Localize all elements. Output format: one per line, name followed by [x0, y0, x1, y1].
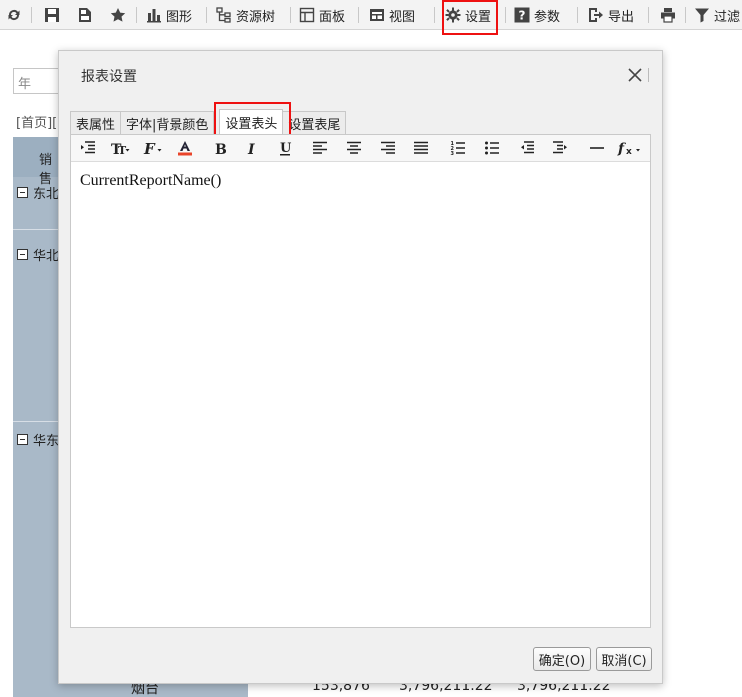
editor-toolbar: TT F B I U 1 2 3 f x: [71, 135, 650, 162]
italic-icon[interactable]: I: [242, 138, 262, 158]
unordered-list-icon[interactable]: [482, 138, 502, 158]
group-label: 东北: [33, 187, 60, 202]
svg-text:3: 3: [451, 151, 455, 156]
toolbar-separator: [505, 7, 506, 23]
chart-button[interactable]: 图形: [146, 0, 192, 30]
view-label: 视图: [389, 9, 416, 25]
toolbar-separator: [648, 7, 649, 23]
settings-highlight-box: [442, 0, 498, 35]
report-column-header: 销售: [13, 137, 58, 187]
group-label: 华北: [33, 249, 60, 264]
ok-button[interactable]: 确定(O): [533, 647, 591, 671]
svg-text:B: B: [215, 142, 227, 156]
font-size-icon[interactable]: TT: [108, 138, 132, 158]
export-button[interactable]: 导出: [588, 0, 634, 30]
toolbar-separator: [685, 7, 686, 23]
group-north[interactable]: 华北: [17, 245, 59, 264]
save-icon: [44, 7, 60, 23]
report-settings-dialog: 报表设置 表属性 字体|背景颜色 设置表头 设置表尾 TT F B I U 1 …: [58, 50, 663, 684]
bar-chart-icon: [146, 7, 162, 23]
toolbar-separator: [136, 7, 137, 23]
cancel-button[interactable]: 取消(C): [596, 647, 652, 671]
bold-icon[interactable]: B: [210, 138, 230, 158]
indent-icon[interactable]: [78, 138, 98, 158]
main-toolbar: 图形 资源树 面板 视图 设置 ? 参数 导出 过滤: [0, 0, 742, 30]
font-color-icon[interactable]: [175, 138, 195, 158]
indent-more-icon[interactable]: [550, 138, 570, 158]
svg-text:F: F: [143, 140, 156, 156]
align-justify-icon[interactable]: [411, 138, 431, 158]
filter-icon: [694, 7, 710, 23]
export-icon: [588, 7, 604, 23]
panel-label: 面板: [319, 9, 346, 25]
group-northeast[interactable]: 东北: [17, 183, 59, 202]
rich-text-editor: TT F B I U 1 2 3 f x CurrentReportName(): [70, 134, 651, 628]
toolbar-separator: [358, 7, 359, 23]
parameters-label: 参数: [534, 9, 561, 25]
filter-button[interactable]: 过滤: [694, 0, 740, 30]
chart-button-label: 图形: [166, 9, 193, 25]
toolbar-separator: [206, 7, 207, 23]
dialog-title: 报表设置: [81, 69, 137, 85]
question-icon: ?: [514, 7, 530, 23]
view-icon: [369, 7, 385, 23]
align-right-icon[interactable]: [378, 138, 398, 158]
svg-text:T: T: [118, 144, 127, 156]
toolbar-separator: [434, 7, 435, 23]
toolbar-separator: [290, 7, 291, 23]
toolbar-separator: [577, 7, 578, 23]
refresh-button[interactable]: [6, 0, 22, 30]
tab-table-properties[interactable]: 表属性: [70, 111, 122, 134]
print-icon: [660, 7, 676, 23]
resource-tree-label: 资源树: [236, 9, 276, 25]
align-center-icon[interactable]: [344, 138, 364, 158]
font-family-icon[interactable]: F: [141, 138, 165, 158]
close-icon[interactable]: [625, 65, 645, 85]
title-divider: [648, 68, 649, 82]
save-button[interactable]: [44, 0, 60, 30]
panel-icon: [299, 7, 315, 23]
year-filter-input[interactable]: 年: [13, 68, 63, 94]
filter-label: 过滤: [714, 9, 741, 25]
tab-font-background[interactable]: 字体|背景颜色: [120, 111, 215, 134]
svg-text:?: ?: [519, 9, 526, 23]
function-icon[interactable]: fx: [616, 138, 644, 158]
star-icon: [110, 7, 126, 23]
save-as-icon: [77, 7, 93, 23]
parameters-button[interactable]: ? 参数: [514, 0, 560, 30]
resource-tree-button[interactable]: 资源树: [216, 0, 275, 30]
group-east[interactable]: 华东: [17, 430, 59, 449]
align-left-icon[interactable]: [310, 138, 330, 158]
export-label: 导出: [608, 9, 635, 25]
toolbar-separator: [31, 7, 32, 23]
tab-set-footer[interactable]: 设置表尾: [282, 111, 347, 134]
pager-nav[interactable]: [首页][: [16, 112, 57, 131]
collapse-icon[interactable]: [17, 187, 28, 198]
refresh-icon: [6, 7, 22, 23]
horizontal-rule-icon[interactable]: [587, 138, 607, 158]
svg-text:I: I: [247, 142, 255, 156]
outdent-icon[interactable]: [517, 138, 537, 158]
svg-text:U: U: [280, 141, 292, 156]
underline-icon[interactable]: U: [275, 138, 295, 158]
ordered-list-icon[interactable]: 123: [448, 138, 468, 158]
svg-text:x: x: [626, 147, 632, 156]
panel-button[interactable]: 面板: [299, 0, 345, 30]
favorite-button[interactable]: [110, 0, 126, 30]
print-button[interactable]: [660, 0, 676, 30]
group-label: 华东: [33, 434, 60, 449]
tree-icon: [216, 7, 232, 23]
view-button[interactable]: 视图: [369, 0, 415, 30]
settings-tabs: 表属性 字体|背景颜色 设置表头 设置表尾: [70, 109, 347, 134]
editor-content[interactable]: CurrentReportName(): [80, 172, 221, 190]
collapse-icon[interactable]: [17, 434, 28, 445]
collapse-icon[interactable]: [17, 249, 28, 260]
save-as-button[interactable]: [77, 0, 93, 30]
